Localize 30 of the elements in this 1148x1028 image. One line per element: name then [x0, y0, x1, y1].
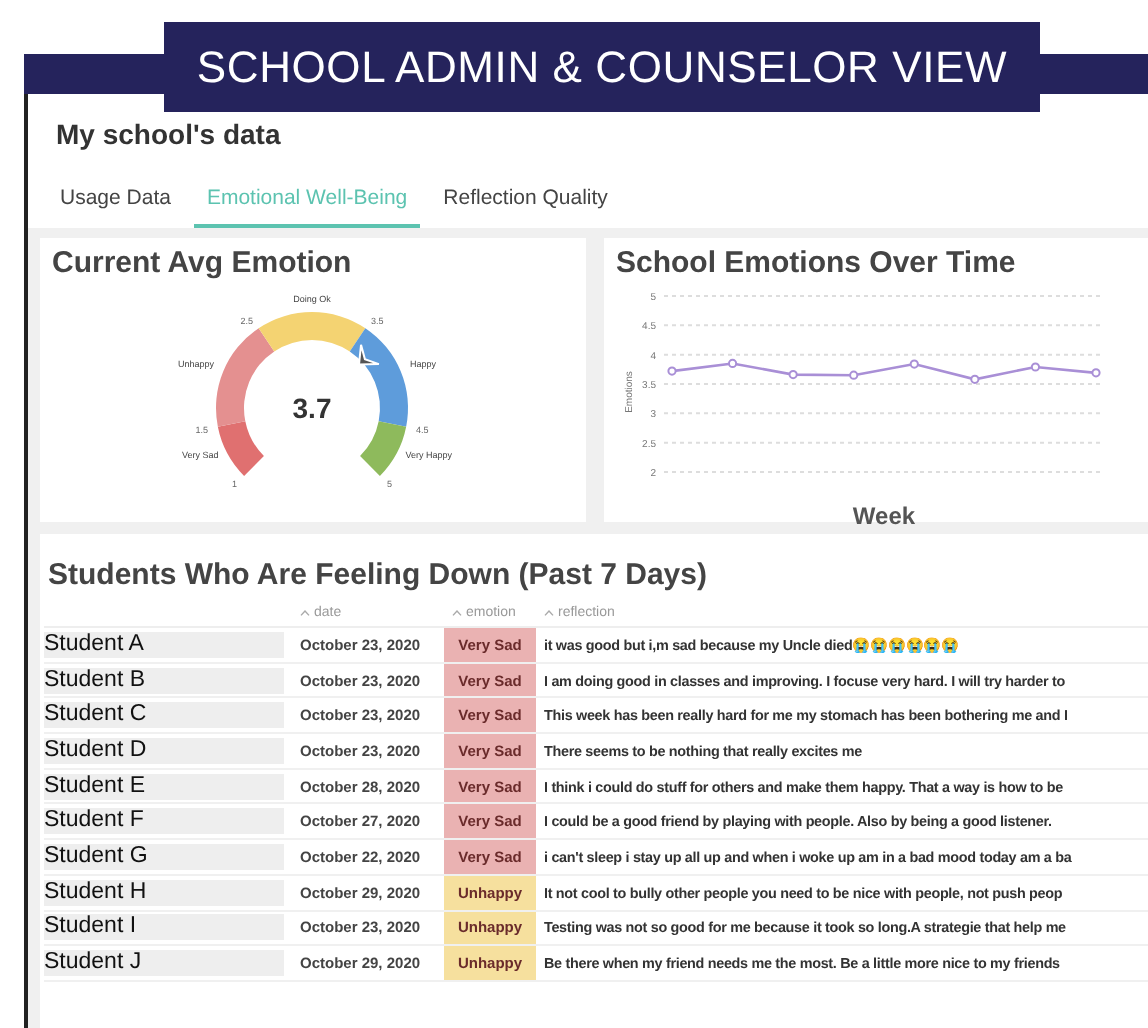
sort-icon: [544, 610, 554, 616]
sort-icon: [300, 610, 310, 616]
student-name: Student F: [44, 808, 284, 835]
student-name: Student G: [44, 843, 284, 870]
point: [849, 370, 859, 380]
student-name: Student J: [44, 950, 284, 977]
student-name: Student C: [44, 702, 284, 729]
sort-icon: [452, 610, 462, 616]
page-title: My school's data: [56, 118, 283, 150]
student-name: Student E: [44, 773, 284, 800]
axis-title: Week: [852, 502, 916, 530]
point: [788, 370, 798, 380]
card-title: Current Avg Emotion: [52, 246, 354, 280]
student-name: Student D: [44, 737, 284, 764]
point: [1091, 368, 1101, 378]
tab[interactable]: Reflection Quality: [431, 178, 620, 228]
student-name: Student H: [44, 879, 284, 906]
view-banner: SCHOOL ADMIN & COUNSELOR VIEW: [164, 22, 1040, 112]
card-title: Students Who Are Feeling Down (Past 7 Days): [48, 558, 709, 592]
point: [667, 366, 677, 376]
point: [909, 359, 919, 369]
point: [970, 374, 980, 384]
point: [727, 358, 738, 369]
point: [1030, 362, 1041, 372]
student-name: Student B: [44, 667, 284, 694]
tab[interactable]: Usage Data: [48, 178, 183, 228]
student-name: Student I: [44, 914, 284, 941]
gauge-value: 3.7: [292, 392, 332, 424]
student-name: Student A: [44, 631, 284, 658]
card-title: School Emotions Over Time: [616, 246, 1018, 280]
